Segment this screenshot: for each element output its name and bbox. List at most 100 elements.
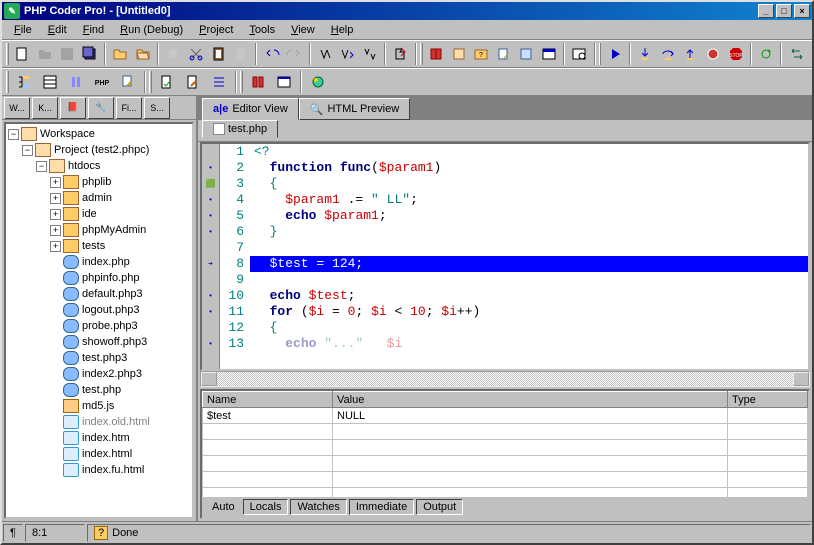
step-into-button[interactable] [635, 42, 656, 66]
tree-node[interactable]: index2.php3 [8, 366, 190, 382]
goto-button[interactable] [390, 42, 411, 66]
step-over-button[interactable] [658, 42, 679, 66]
debug-tab-output[interactable]: Output [416, 499, 463, 515]
compose-button[interactable] [116, 70, 140, 94]
minimize-button[interactable]: _ [758, 4, 774, 18]
open-project-button[interactable] [133, 42, 154, 66]
tree-node[interactable]: +phpMyAdmin [8, 222, 190, 238]
tree-node[interactable]: logout.php3 [8, 302, 190, 318]
code-editor[interactable]: •🟩•••➔••• 12345678910111213 <? function … [200, 142, 810, 371]
find-next-button[interactable] [337, 42, 358, 66]
class-view-button[interactable] [38, 70, 62, 94]
tree-node[interactable]: test.php [8, 382, 190, 398]
editor-view-tab[interactable]: a|eEditor View [202, 98, 299, 120]
open-folder-button[interactable] [110, 42, 131, 66]
debug-tab-immediate[interactable]: Immediate [349, 499, 414, 515]
php-help-button[interactable] [448, 42, 469, 66]
tree-node[interactable]: index.htm [8, 430, 190, 446]
tree-node[interactable]: +tests [8, 238, 190, 254]
tree-view-button[interactable] [12, 70, 36, 94]
help-book-button[interactable] [426, 42, 447, 66]
workspace-tree[interactable]: −Workspace−Project (test2.phpc)−htdocs+p… [4, 122, 194, 519]
breakpoint-button[interactable] [703, 42, 724, 66]
step-out-button[interactable] [680, 42, 701, 66]
menu-find[interactable]: Find [75, 22, 112, 38]
menu-help[interactable]: Help [323, 22, 362, 38]
doc-check-button[interactable] [155, 70, 179, 94]
tree-node[interactable]: index.php [8, 254, 190, 270]
sidebar-tab-3[interactable]: 🔧 [88, 97, 114, 119]
html-preview-tab[interactable]: 🔍HTML Preview [299, 98, 410, 120]
redo-button[interactable] [284, 42, 305, 66]
editor-scrollbar-h[interactable] [200, 371, 810, 387]
tree-node[interactable]: index.fu.html [8, 462, 190, 478]
book-help-button[interactable] [516, 42, 537, 66]
window-button[interactable] [272, 70, 296, 94]
clipboard-button[interactable] [208, 42, 229, 66]
status-cursor-pos: 8:1 [25, 524, 85, 542]
menu-edit[interactable]: Edit [40, 22, 75, 38]
tree-node[interactable]: index.old.html [8, 414, 190, 430]
doc-edit-button[interactable] [181, 70, 205, 94]
context-help-button[interactable]: ? [471, 42, 492, 66]
variables-grid[interactable]: NameValueType$testNULL [202, 391, 808, 497]
paste-button[interactable] [231, 42, 252, 66]
grid-header[interactable]: Value [333, 392, 728, 408]
new-file-button[interactable] [12, 42, 33, 66]
php-label-button[interactable]: PHP [90, 70, 114, 94]
sidebar-tab-4[interactable]: Fi... [116, 97, 142, 119]
tree-node[interactable]: −Project (test2.phpc) [8, 142, 190, 158]
maximize-button[interactable]: □ [776, 4, 792, 18]
debug-tab-auto[interactable]: Auto [206, 500, 241, 514]
stop-button[interactable]: STOP [725, 42, 746, 66]
find-button[interactable] [315, 42, 336, 66]
tree-node[interactable]: test.php3 [8, 350, 190, 366]
tree-node[interactable]: md5.js [8, 398, 190, 414]
run-button[interactable] [604, 42, 625, 66]
close-button[interactable]: × [794, 4, 810, 18]
books-button[interactable] [246, 70, 270, 94]
sidebar-tab-1[interactable]: K... [32, 97, 58, 119]
tree-node[interactable]: +phplib [8, 174, 190, 190]
tree-node[interactable]: +ide [8, 206, 190, 222]
replace-button[interactable] [360, 42, 381, 66]
open-button[interactable] [34, 42, 55, 66]
db-view-button[interactable] [64, 70, 88, 94]
tree-node[interactable]: default.php3 [8, 286, 190, 302]
save-all-button[interactable] [80, 42, 101, 66]
refresh-button[interactable] [756, 42, 777, 66]
edit-help-button[interactable] [493, 42, 514, 66]
copy-button[interactable] [163, 42, 184, 66]
menu-project[interactable]: Project [191, 22, 241, 38]
list-button[interactable] [207, 70, 231, 94]
tree-node[interactable]: −Workspace [8, 126, 190, 142]
menu-view[interactable]: View [283, 22, 323, 38]
sidebar-tab-5[interactable]: S... [144, 97, 170, 119]
sidebar-tab-0[interactable]: W... [4, 97, 30, 119]
tree-node[interactable]: index.html [8, 446, 190, 462]
preview-button[interactable] [569, 42, 590, 66]
grid-header[interactable]: Type [728, 392, 808, 408]
debug-tab-locals[interactable]: Locals [243, 499, 289, 515]
menu-tools[interactable]: Tools [241, 22, 283, 38]
tree-node[interactable]: −htdocs [8, 158, 190, 174]
save-button[interactable] [57, 42, 78, 66]
debug-tab-watches[interactable]: Watches [290, 499, 346, 515]
grid-header[interactable]: Name [203, 392, 333, 408]
undo-button[interactable] [261, 42, 282, 66]
file-tab-test-php[interactable]: test.php [202, 120, 278, 138]
sync-button[interactable] [786, 42, 807, 66]
cut-button[interactable] [186, 42, 207, 66]
tree-node[interactable]: showoff.php3 [8, 334, 190, 350]
tree-node[interactable]: +admin [8, 190, 190, 206]
file-tabs: test.php [198, 120, 812, 142]
menu-file[interactable]: File [6, 22, 40, 38]
tree-node[interactable]: phpinfo.php [8, 270, 190, 286]
globe-button[interactable] [306, 70, 330, 94]
status-paragraph-icon: ¶ [3, 524, 23, 542]
variable-row[interactable]: $testNULL [203, 408, 808, 424]
tree-node[interactable]: probe.php3 [8, 318, 190, 334]
menu-rundebug[interactable]: Run (Debug) [112, 22, 191, 38]
browser-help-button[interactable] [539, 42, 560, 66]
sidebar-tab-2[interactable]: 📕 [60, 97, 86, 119]
